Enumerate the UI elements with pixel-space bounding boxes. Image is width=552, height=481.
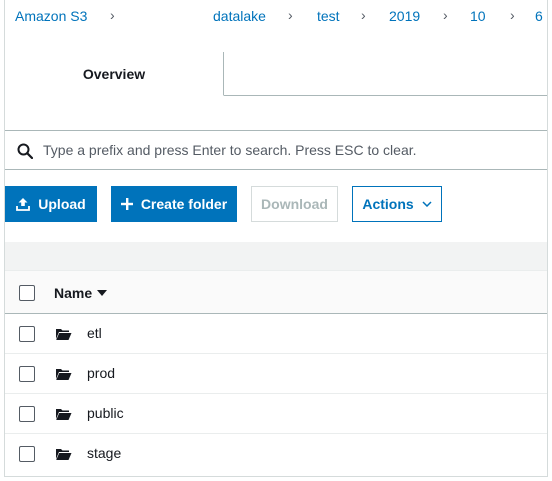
row-checkbox[interactable] xyxy=(19,366,35,382)
folder-link-prod[interactable]: prod xyxy=(87,365,115,381)
tab-overview[interactable]: Overview xyxy=(5,52,224,96)
breadcrumb-separator: › xyxy=(443,7,448,23)
folder-open-icon xyxy=(56,369,72,380)
table-header: Name xyxy=(5,270,547,314)
breadcrumb-separator: › xyxy=(288,7,293,23)
breadcrumb-amazon-s3[interactable]: Amazon S3 xyxy=(15,8,87,24)
caret-down-icon xyxy=(97,290,108,296)
breadcrumb: Amazon S3 › datalake › test › 2019 › 10 … xyxy=(5,0,547,34)
folder-link-etl[interactable]: etl xyxy=(87,325,102,341)
breadcrumb-2019[interactable]: 2019 xyxy=(389,8,420,24)
row-checkbox[interactable] xyxy=(19,446,35,462)
prefix-search-bar xyxy=(5,130,547,170)
download-button[interactable]: Download xyxy=(251,186,338,222)
folder-open-icon xyxy=(56,409,72,420)
name-column-label: Name xyxy=(54,285,93,301)
upload-button-label: Upload xyxy=(38,196,86,212)
breadcrumb-separator: › xyxy=(110,7,115,23)
folder-open-icon xyxy=(56,329,72,340)
chevron-down-icon xyxy=(422,201,432,207)
breadcrumb-datalake[interactable]: datalake xyxy=(213,8,266,24)
actions-dropdown-button[interactable]: Actions xyxy=(352,186,442,222)
folder-link-stage[interactable]: stage xyxy=(87,445,121,461)
s3-browser-panel: Amazon S3 › datalake › test › 2019 › 10 … xyxy=(4,0,548,477)
create-folder-button-label: Create folder xyxy=(140,196,228,212)
table-row: public xyxy=(5,394,547,434)
row-checkbox[interactable] xyxy=(19,406,35,422)
search-icon xyxy=(17,143,33,159)
row-checkbox[interactable] xyxy=(19,326,35,342)
table-row: prod xyxy=(5,354,547,394)
folder-open-icon xyxy=(56,449,72,460)
plus-icon xyxy=(120,198,133,210)
select-all-checkbox[interactable] xyxy=(19,285,35,301)
breadcrumb-test[interactable]: test xyxy=(317,8,340,24)
breadcrumb-separator: › xyxy=(510,7,515,23)
breadcrumb-10[interactable]: 10 xyxy=(470,8,486,24)
table-row: etl xyxy=(5,314,547,354)
upload-icon xyxy=(16,197,31,211)
upload-button[interactable]: Upload xyxy=(5,186,97,222)
table-toolbar-band xyxy=(5,242,547,270)
create-folder-button[interactable]: Create folder xyxy=(111,186,237,222)
folder-link-public[interactable]: public xyxy=(87,405,124,421)
table-row: stage xyxy=(5,434,547,474)
name-column-header[interactable]: Name xyxy=(54,285,108,301)
tab-bar: Overview xyxy=(5,52,547,96)
actions-button-label: Actions xyxy=(362,196,414,212)
breadcrumb-separator: › xyxy=(361,7,366,23)
breadcrumb-6[interactable]: 6 xyxy=(535,8,543,24)
search-input[interactable] xyxy=(43,137,539,163)
